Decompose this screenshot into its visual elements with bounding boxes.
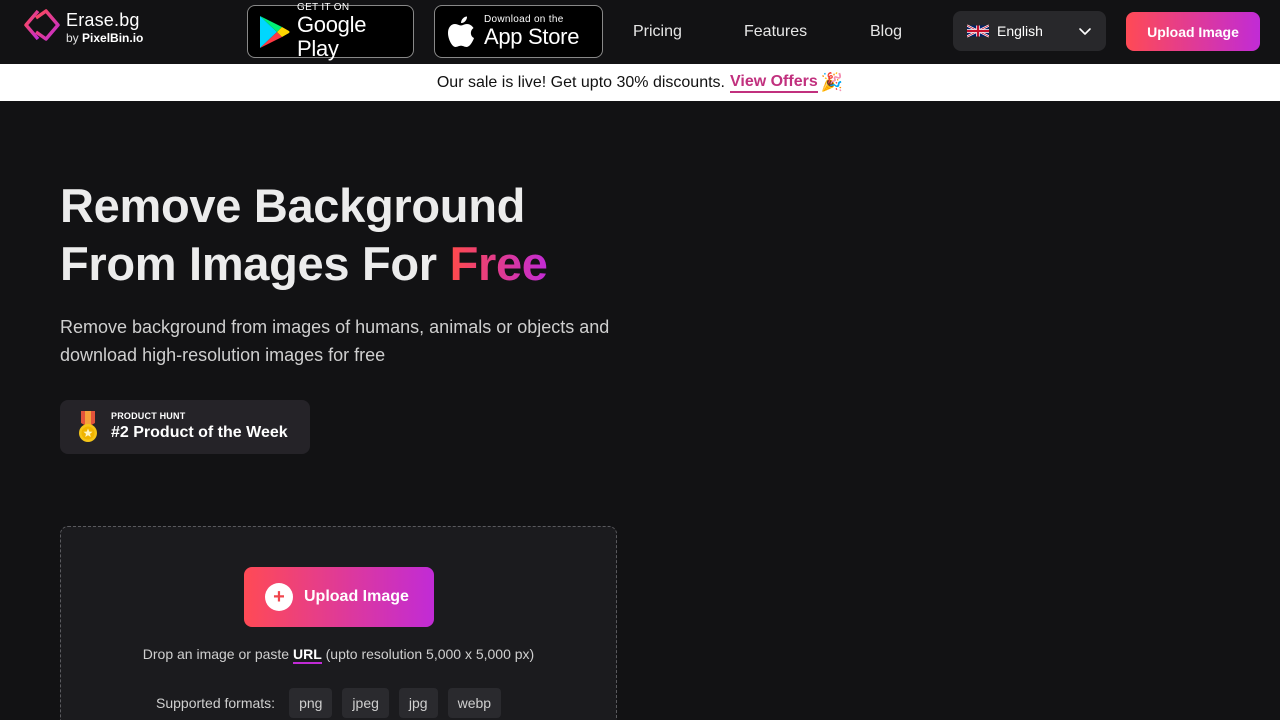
product-of-week-label: #2 Product of the Week: [111, 423, 288, 441]
upload-image-button[interactable]: + Upload Image: [244, 567, 434, 627]
nav-pricing[interactable]: Pricing: [633, 22, 682, 42]
format-tag: jpg: [398, 688, 438, 718]
hero-title: Remove Background From Images For Free: [60, 179, 548, 290]
hero-subtitle: Remove background from images of humans,…: [60, 317, 610, 365]
sale-banner-text: Our sale is live! Get upto 30% discounts…: [436, 73, 725, 91]
uk-flag-icon: [967, 24, 989, 38]
logo-byline: by PixelBin.io: [66, 31, 144, 45]
product-hunt-badge[interactable]: PRODUCT HUNT #2 Product of the Week: [60, 400, 310, 454]
app-store-button[interactable]: Download on the App Store: [434, 5, 603, 58]
hero-title-highlight: Free: [449, 237, 548, 290]
app-store-big-text: App Store: [484, 24, 580, 49]
chevron-down-icon: [1079, 28, 1091, 35]
google-play-icon: [260, 15, 290, 48]
format-tag: webp: [447, 688, 502, 718]
nav-features[interactable]: Features: [744, 22, 807, 42]
format-tag: png: [289, 688, 333, 718]
language-selector[interactable]: English: [953, 11, 1106, 51]
drop-instructions: Drop an image or paste URL (upto resolut…: [142, 646, 535, 664]
google-play-big-text: Google Play: [297, 12, 367, 61]
party-popper-icon: 🎉: [820, 72, 844, 92]
google-play-button[interactable]: GET IT ON Google Play: [247, 2, 414, 61]
product-hunt-label: PRODUCT HUNT: [111, 410, 186, 421]
sale-banner: Our sale is live! Get upto 30% discounts…: [0, 64, 1280, 101]
top-header: Erase.bg by PixelBin.io GET IT ON Google…: [0, 0, 1280, 64]
apple-icon: [448, 16, 474, 47]
image-dropzone[interactable]: + Upload Image Drop an image or paste UR…: [60, 526, 617, 720]
supported-formats: Supported formats: png jpeg jpg webp: [156, 688, 511, 718]
erase-bg-logo[interactable]: Erase.bg by PixelBin.io: [24, 9, 143, 45]
format-tag: jpeg: [342, 688, 389, 718]
view-offers-link[interactable]: View Offers: [729, 73, 818, 93]
supported-formats-label: Supported formats:: [156, 695, 276, 711]
paste-url-link[interactable]: URL: [292, 646, 322, 664]
upload-image-label: Upload Image: [304, 588, 409, 605]
language-label: English: [997, 23, 1043, 39]
nav-blog[interactable]: Blog: [870, 22, 902, 42]
header-upload-image-button[interactable]: Upload Image: [1126, 12, 1260, 51]
erase-bg-logo-icon: [24, 9, 60, 41]
plus-icon: +: [265, 583, 293, 611]
logo-name: Erase.bg: [66, 10, 140, 30]
medal-icon: [79, 411, 97, 442]
